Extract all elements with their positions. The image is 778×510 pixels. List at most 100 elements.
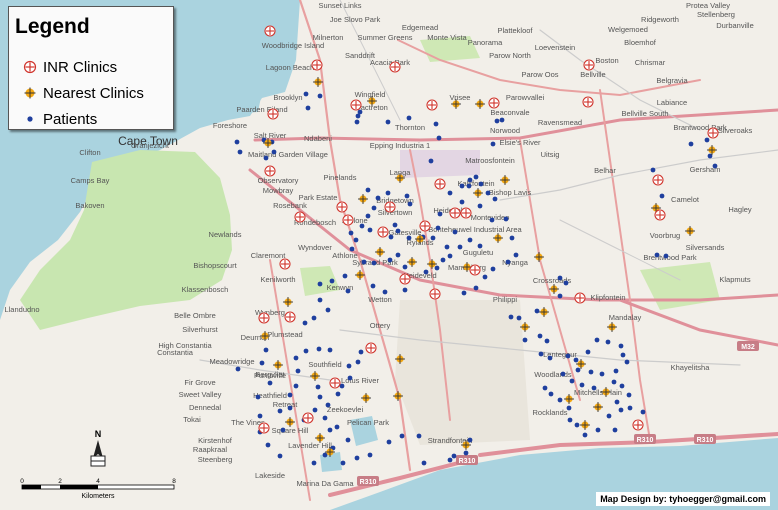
patient-marker[interactable] [280, 427, 286, 433]
patient-marker[interactable] [315, 384, 321, 390]
patient-marker[interactable] [505, 259, 511, 265]
patient-marker[interactable] [433, 121, 439, 127]
patient-marker[interactable] [385, 190, 391, 196]
patient-marker[interactable] [287, 392, 293, 398]
patient-marker[interactable] [317, 394, 323, 400]
patient-marker[interactable] [599, 371, 605, 377]
patient-marker[interactable] [459, 183, 465, 189]
patient-marker[interactable] [463, 450, 469, 456]
patient-marker[interactable] [620, 352, 626, 358]
patient-marker[interactable] [566, 405, 572, 411]
patient-marker[interactable] [365, 187, 371, 193]
patient-marker[interactable] [346, 363, 352, 369]
patient-marker[interactable] [371, 205, 377, 211]
patient-marker[interactable] [522, 337, 528, 343]
patient-marker[interactable] [407, 201, 413, 207]
patient-marker[interactable] [704, 137, 710, 143]
patient-marker[interactable] [447, 190, 453, 196]
inr-clinic-marker[interactable] [429, 288, 441, 300]
patient-marker[interactable] [388, 234, 394, 240]
patient-marker[interactable] [348, 230, 354, 236]
patient-marker[interactable] [345, 288, 351, 294]
patient-marker[interactable] [618, 407, 624, 413]
patient-marker[interactable] [385, 119, 391, 125]
patient-marker[interactable] [263, 155, 269, 161]
patient-marker[interactable] [626, 392, 632, 398]
inr-clinic-marker[interactable] [258, 422, 270, 434]
patient-marker[interactable] [271, 149, 277, 155]
patient-marker[interactable] [640, 409, 646, 415]
patient-marker[interactable] [359, 223, 365, 229]
patient-marker[interactable] [402, 264, 408, 270]
patient-marker[interactable] [375, 195, 381, 201]
patient-marker[interactable] [347, 375, 353, 381]
patient-marker[interactable] [255, 394, 261, 400]
patient-marker[interactable] [354, 455, 360, 461]
patient-marker[interactable] [334, 424, 340, 430]
patient-marker[interactable] [565, 353, 571, 359]
patient-marker[interactable] [353, 237, 359, 243]
patient-marker[interactable] [386, 439, 392, 445]
patient-marker[interactable] [428, 158, 434, 164]
patient-marker[interactable] [477, 243, 483, 249]
patient-marker[interactable] [508, 314, 514, 320]
inr-clinic-marker[interactable] [267, 108, 279, 120]
patient-marker[interactable] [293, 355, 299, 361]
patient-marker[interactable] [416, 433, 422, 439]
patient-marker[interactable] [595, 427, 601, 433]
patient-marker[interactable] [538, 351, 544, 357]
patient-marker[interactable] [606, 413, 612, 419]
inr-clinic-marker[interactable] [632, 419, 644, 431]
patient-marker[interactable] [494, 118, 500, 124]
inr-clinic-marker[interactable] [469, 264, 481, 276]
patient-marker[interactable] [311, 460, 317, 466]
patient-marker[interactable] [303, 348, 309, 354]
patient-marker[interactable] [365, 213, 371, 219]
patient-marker[interactable] [327, 427, 333, 433]
patient-marker[interactable] [542, 385, 548, 391]
patient-marker[interactable] [277, 408, 283, 414]
patient-marker[interactable] [371, 260, 377, 266]
inr-clinic-marker[interactable] [426, 99, 438, 111]
patient-marker[interactable] [342, 273, 348, 279]
patient-marker[interactable] [345, 437, 351, 443]
inr-clinic-marker[interactable] [652, 174, 664, 186]
patient-marker[interactable] [567, 417, 573, 423]
patient-marker[interactable] [277, 453, 283, 459]
inr-clinic-marker[interactable] [279, 258, 291, 270]
patient-marker[interactable] [367, 452, 373, 458]
patient-marker[interactable] [575, 367, 581, 373]
inr-clinic-marker[interactable] [582, 96, 594, 108]
patient-marker[interactable] [444, 244, 450, 250]
patient-marker[interactable] [303, 91, 309, 97]
patient-marker[interactable] [367, 227, 373, 233]
inr-clinic-marker[interactable] [389, 61, 401, 73]
inr-clinic-marker[interactable] [434, 178, 446, 190]
patient-marker[interactable] [611, 379, 617, 385]
patient-marker[interactable] [382, 289, 388, 295]
patient-marker[interactable] [327, 347, 333, 353]
patient-marker[interactable] [499, 117, 505, 123]
patient-marker[interactable] [466, 183, 472, 189]
patient-marker[interactable] [492, 196, 498, 202]
inr-clinic-marker[interactable] [377, 226, 389, 238]
patient-marker[interactable] [712, 163, 718, 169]
patient-marker[interactable] [582, 432, 588, 438]
patient-marker[interactable] [325, 307, 331, 313]
patient-marker[interactable] [335, 391, 341, 397]
patient-marker[interactable] [591, 385, 597, 391]
patient-marker[interactable] [473, 285, 479, 291]
patient-marker[interactable] [563, 280, 569, 286]
patient-marker[interactable] [585, 349, 591, 355]
patient-marker[interactable] [329, 278, 335, 284]
patient-marker[interactable] [547, 355, 553, 361]
patient-marker[interactable] [402, 287, 408, 293]
patient-marker[interactable] [421, 460, 427, 466]
patient-marker[interactable] [594, 337, 600, 343]
patient-marker[interactable] [259, 360, 265, 366]
patient-marker[interactable] [447, 253, 453, 259]
patient-marker[interactable] [688, 141, 694, 147]
inr-clinic-marker[interactable] [488, 97, 500, 109]
patient-marker[interactable] [312, 407, 318, 413]
patient-marker[interactable] [579, 382, 585, 388]
